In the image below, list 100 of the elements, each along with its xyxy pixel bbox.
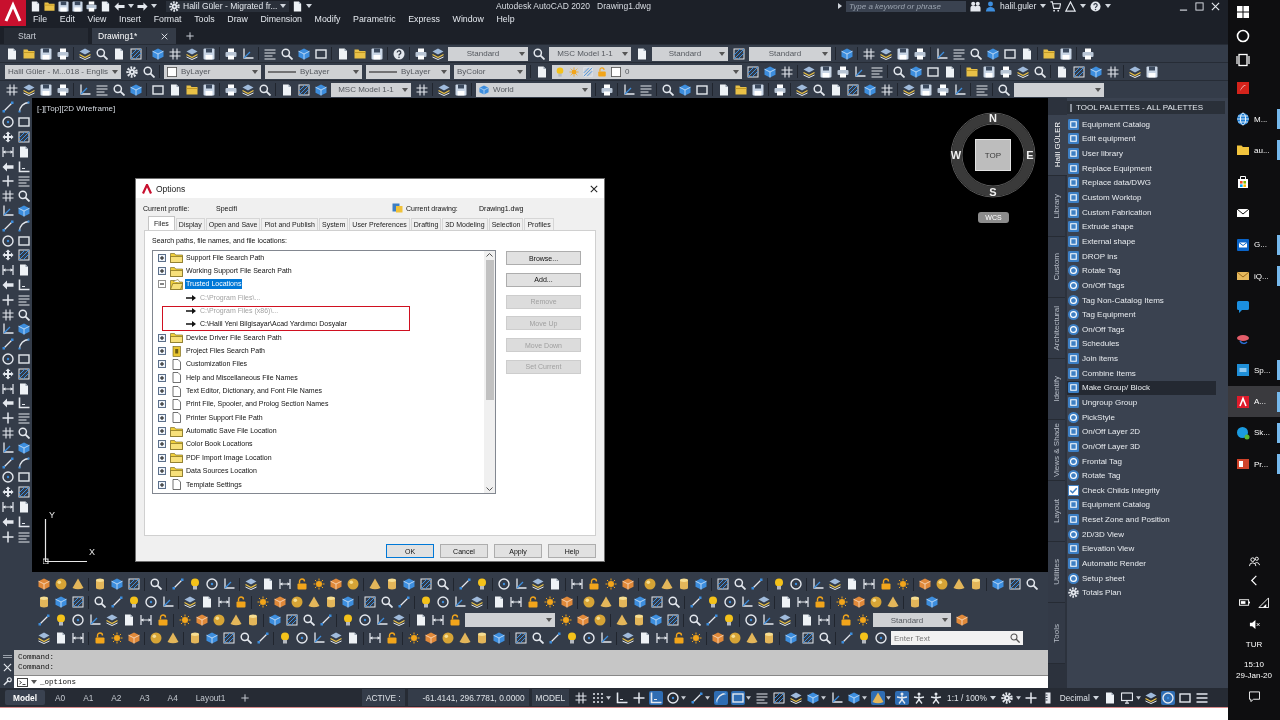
circle-icon[interactable] (2, 352, 14, 365)
palette-tool[interactable]: On/Off Layer 2D (1067, 424, 1216, 440)
palette-tool[interactable]: Check Childs Integrity (1067, 483, 1216, 498)
expand-icon[interactable] (158, 253, 166, 262)
layers-icon[interactable] (828, 578, 841, 590)
axes-icon[interactable] (935, 47, 948, 60)
cube-icon[interactable] (840, 47, 853, 60)
folder-icon[interactable] (44, 0, 55, 12)
lines-icon[interactable] (263, 47, 276, 60)
scrollbar[interactable] (484, 251, 495, 493)
circle-icon[interactable] (874, 632, 887, 644)
caret-icon[interactable] (1040, 4, 1047, 8)
cube-icon[interactable] (402, 578, 415, 590)
padlock-icon[interactable] (295, 578, 308, 590)
page-icon[interactable] (1020, 47, 1033, 60)
line-icon[interactable] (319, 614, 332, 626)
page-icon[interactable] (100, 0, 111, 12)
light-bulb-icon[interactable] (475, 578, 488, 590)
line-icon[interactable] (548, 632, 561, 644)
tag-icon[interactable] (1068, 323, 1079, 335)
grid-icon[interactable] (2, 190, 14, 203)
page-icon[interactable] (535, 65, 548, 78)
page-icon[interactable] (18, 145, 30, 158)
circle-icon[interactable] (497, 578, 510, 590)
ring-icon[interactable] (1236, 29, 1250, 43)
caret-icon[interactable] (719, 51, 725, 56)
palette-tool[interactable]: PickStyle (1067, 409, 1216, 425)
expand-icon[interactable] (158, 267, 166, 275)
tile-icon[interactable] (1068, 543, 1079, 555)
menu-item[interactable]: Draw (227, 14, 248, 24)
dimension-icon[interactable] (817, 614, 830, 626)
lines-icon[interactable] (975, 83, 988, 96)
caret-icon[interactable] (1095, 87, 1101, 92)
palette-tool[interactable]: Schedules (1067, 336, 1216, 352)
cube-icon[interactable] (909, 65, 922, 78)
sun-icon[interactable] (178, 614, 191, 626)
palette-tool[interactable]: Make Group/ Block (1067, 380, 1216, 396)
circle-icon[interactable] (789, 578, 802, 590)
cube-icon[interactable] (37, 578, 50, 590)
lineweight-dropdown[interactable]: ByLayer (366, 64, 451, 79)
hatch-icon[interactable] (1008, 578, 1021, 590)
palette-tab[interactable]: Halil GÜLER (1048, 115, 1067, 176)
palette-tool[interactable]: Equipment Catalog (1067, 117, 1216, 132)
axes-icon[interactable] (453, 596, 466, 608)
arrow-icon[interactable] (2, 278, 14, 291)
printer-icon[interactable] (936, 83, 949, 96)
dimension-icon[interactable] (2, 382, 14, 395)
palette-tool[interactable]: Reset Zone and Position (1067, 512, 1216, 527)
axes-icon[interactable] (161, 596, 174, 608)
caret-icon[interactable] (517, 69, 524, 74)
cube-icon[interactable] (127, 632, 140, 644)
line-icon[interactable] (840, 632, 853, 644)
cube-icon[interactable] (268, 614, 281, 626)
layers-icon[interactable] (183, 596, 196, 608)
caret-icon[interactable] (441, 69, 448, 74)
user-icon[interactable] (985, 0, 996, 12)
caret-icon[interactable] (1135, 695, 1141, 700)
cube-icon[interactable] (621, 578, 634, 590)
line-icon[interactable] (110, 596, 123, 608)
menu-item[interactable]: File (33, 14, 48, 24)
printer-icon[interactable] (999, 65, 1012, 78)
caret-icon[interactable] (942, 618, 948, 622)
caret-icon[interactable] (622, 51, 628, 56)
printer-icon[interactable] (224, 47, 237, 60)
circle-icon[interactable] (205, 578, 218, 590)
plus-icon[interactable] (631, 690, 646, 705)
layers-icon[interactable] (241, 83, 254, 96)
circle-icon[interactable] (2, 471, 14, 484)
arrow-icon[interactable] (2, 397, 14, 410)
axes-icon[interactable] (829, 690, 844, 705)
rectangle-icon[interactable] (695, 83, 708, 96)
taskbar-app[interactable]: Pr... (1228, 448, 1280, 481)
palette-tool[interactable]: Ungroup Group (1067, 395, 1216, 410)
circle-icon[interactable] (665, 690, 680, 705)
compass-west-label[interactable]: W (950, 149, 962, 161)
magnifier-icon[interactable] (380, 596, 393, 608)
cube-icon[interactable] (649, 614, 662, 626)
page-icon[interactable] (635, 47, 648, 60)
sheet-tab[interactable]: A0 (46, 690, 74, 705)
layers-icon[interactable] (105, 614, 118, 626)
cube-icon[interactable] (492, 632, 505, 644)
padlock-icon[interactable] (879, 578, 892, 590)
cone-icon[interactable] (952, 578, 965, 590)
hatch-icon[interactable] (419, 578, 432, 590)
cube-icon[interactable] (846, 690, 861, 705)
hatch-icon[interactable] (18, 486, 30, 499)
axes-icon[interactable] (2, 204, 14, 217)
line-icon[interactable] (2, 456, 14, 469)
hatch-icon[interactable] (297, 83, 310, 96)
caret-icon[interactable] (822, 51, 828, 56)
cube-icon[interactable] (694, 578, 707, 590)
palette-tool[interactable]: Automatic Render (1067, 556, 1216, 571)
color-swatch-icon[interactable] (611, 66, 622, 77)
expand-icon[interactable] (158, 387, 166, 396)
caret-icon[interactable] (989, 695, 996, 700)
style-dropdown[interactable]: Standard (873, 613, 951, 627)
layers-icon[interactable] (795, 83, 808, 96)
hatch-icon[interactable] (746, 65, 759, 78)
circle-icon[interactable] (2, 234, 14, 247)
layers-icon[interactable] (1144, 690, 1159, 705)
